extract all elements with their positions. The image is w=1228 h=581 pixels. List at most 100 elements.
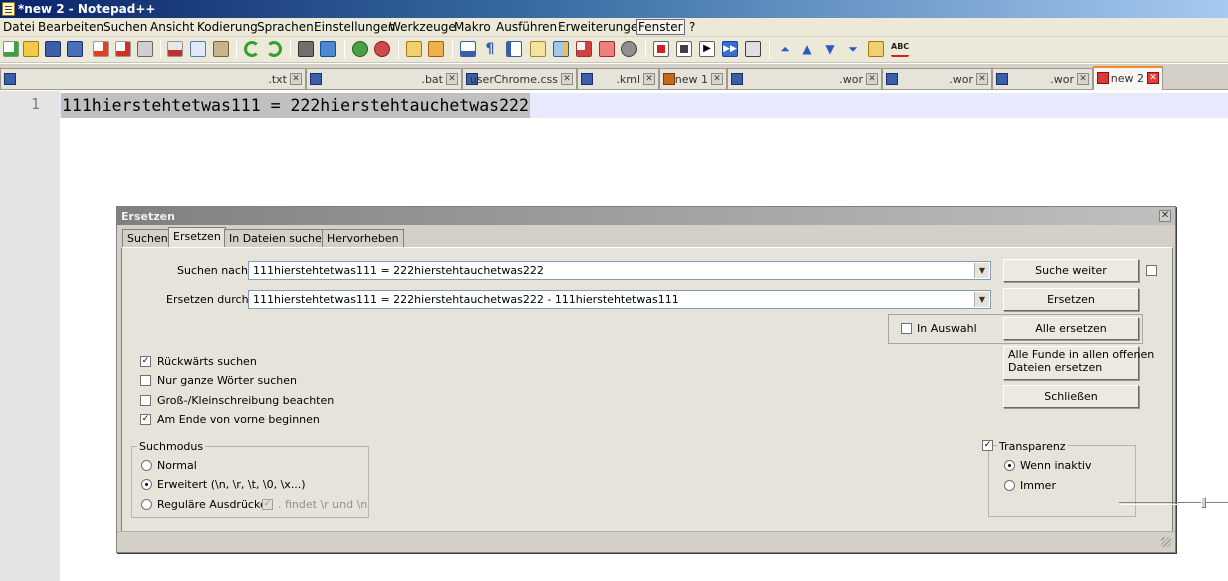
- in-selection-checkbox[interactable]: [901, 323, 912, 334]
- tab-close-icon[interactable]: ✕: [643, 73, 655, 85]
- replace-icon[interactable]: [320, 41, 336, 57]
- undo-icon[interactable]: [244, 41, 260, 57]
- tab-wor-2[interactable]: .wor ✕: [882, 68, 992, 89]
- replace-button[interactable]: Ersetzen: [1003, 288, 1139, 311]
- stop-macro-icon[interactable]: [676, 41, 692, 57]
- find-next-button[interactable]: Suche weiter: [1003, 259, 1139, 282]
- transparency-checkbox[interactable]: ✓: [982, 440, 993, 451]
- dialog-close-icon[interactable]: ✕: [1159, 210, 1171, 222]
- menu-datei[interactable]: Datei: [2, 20, 36, 34]
- menu-fenster[interactable]: Fenster: [636, 19, 685, 35]
- up-icon[interactable]: ▲: [799, 41, 815, 57]
- save-all-icon[interactable]: [67, 41, 83, 57]
- tab-close-icon[interactable]: ✕: [1147, 72, 1159, 84]
- tab-kml[interactable]: .kml ✕: [577, 68, 659, 89]
- copy-icon[interactable]: [190, 41, 206, 57]
- close-icon[interactable]: [93, 41, 109, 57]
- tab-wor-1[interactable]: .wor ✕: [727, 68, 882, 89]
- menu-werkzeuge[interactable]: Werkzeuge: [388, 20, 457, 34]
- tab-hervorheben[interactable]: Hervorheben: [322, 229, 404, 247]
- menu-sprachen[interactable]: Sprachen: [256, 20, 315, 34]
- replace-all-open-docs-button[interactable]: Alle Funde in allen offenen Dateien erse…: [1003, 346, 1154, 380]
- print-preview-icon[interactable]: [868, 41, 884, 57]
- zoom-out-icon[interactable]: [374, 41, 390, 57]
- indent-guide-icon[interactable]: [506, 41, 522, 57]
- tab-txt[interactable]: .txt ✕: [0, 68, 306, 89]
- menu-suchen[interactable]: Suchen: [102, 20, 148, 34]
- sort-icon[interactable]: ⏷: [845, 41, 861, 57]
- tab-close-icon[interactable]: ✕: [561, 73, 573, 85]
- sync-v-icon[interactable]: [406, 41, 422, 57]
- tab-close-icon[interactable]: ✕: [711, 73, 723, 85]
- close-all-icon[interactable]: [115, 41, 131, 57]
- tab-close-icon[interactable]: ✕: [976, 73, 988, 85]
- doc-map-icon[interactable]: [553, 41, 569, 57]
- save-icon[interactable]: [45, 41, 61, 57]
- tab-close-icon[interactable]: ✕: [1077, 73, 1089, 85]
- transparency-always-radio[interactable]: [1004, 480, 1015, 491]
- record-macro-icon[interactable]: [653, 41, 669, 57]
- tab-in-dateien-suchen[interactable]: In Dateien suchen: [224, 229, 334, 247]
- menu-ausfuehren[interactable]: Ausführen: [495, 20, 558, 34]
- wrap-around-checkbox[interactable]: ✓: [140, 414, 151, 425]
- dot-matches-newline-checkbox[interactable]: ✓: [262, 499, 273, 510]
- cut-icon[interactable]: [167, 41, 183, 57]
- menu-help[interactable]: ?: [688, 20, 696, 34]
- sync-h-icon[interactable]: [428, 41, 444, 57]
- chevron-down-icon[interactable]: ▼: [974, 292, 989, 307]
- open-file-icon[interactable]: [23, 41, 39, 57]
- play-macro-icon[interactable]: ▶: [699, 41, 715, 57]
- print-icon[interactable]: [137, 41, 153, 57]
- editor-line-text[interactable]: 111hierstehtetwas111 = 222hierstehtauche…: [61, 93, 530, 118]
- save-macro-icon[interactable]: [745, 41, 761, 57]
- find-next-option-checkbox[interactable]: [1146, 265, 1157, 276]
- new-file-icon[interactable]: [3, 41, 19, 57]
- all-chars-icon[interactable]: ¶: [482, 41, 498, 57]
- tab-wor-3[interactable]: .wor ✕: [992, 68, 1093, 89]
- zoom-in-icon[interactable]: [352, 41, 368, 57]
- mode-regex-radio[interactable]: [141, 499, 152, 510]
- find-icon[interactable]: [298, 41, 314, 57]
- backward-checkbox[interactable]: ✓: [140, 356, 151, 367]
- whole-word-checkbox[interactable]: [140, 375, 151, 386]
- down-icon[interactable]: ▼: [822, 41, 838, 57]
- mode-extended-radio[interactable]: [141, 479, 152, 490]
- redo-icon[interactable]: [266, 41, 282, 57]
- menu-makro[interactable]: Makro: [453, 20, 492, 34]
- transparency-inactive-radio[interactable]: [1004, 460, 1015, 471]
- menu-einstellungen[interactable]: Einstellungen: [313, 20, 396, 34]
- tab-bat[interactable]: .bat ✕: [306, 68, 462, 89]
- transparency-slider-thumb[interactable]: [1201, 497, 1206, 508]
- folder-icon[interactable]: [599, 41, 615, 57]
- mode-normal-radio[interactable]: [141, 460, 152, 471]
- resize-grip-icon[interactable]: [1161, 537, 1171, 547]
- tab-suchen[interactable]: Suchen: [122, 229, 173, 247]
- tab-close-icon[interactable]: ✕: [290, 73, 302, 85]
- monitor-icon[interactable]: [621, 41, 637, 57]
- menu-kodierung[interactable]: Kodierung: [196, 20, 259, 34]
- run-macro-multiple-icon[interactable]: ▶▶: [722, 41, 738, 57]
- close-button[interactable]: Schließen: [1003, 385, 1139, 408]
- trim-icon[interactable]: ⏶: [777, 41, 793, 57]
- replace-input[interactable]: 111hierstehtetwas111 = 222hierstehtauche…: [248, 290, 991, 309]
- tab-new-2[interactable]: new 2 ✕: [1093, 66, 1163, 90]
- function-list-icon[interactable]: [576, 41, 592, 57]
- tab-ersetzen[interactable]: Ersetzen: [168, 227, 226, 248]
- wrap-icon[interactable]: [460, 41, 476, 57]
- tab-new-1[interactable]: new 1 ✕: [659, 68, 727, 89]
- menu-bearbeiten[interactable]: Bearbeiten: [37, 20, 105, 34]
- udl-icon[interactable]: [530, 41, 546, 57]
- menu-erweiterungen[interactable]: Erweiterungen: [557, 20, 647, 34]
- paste-icon[interactable]: [213, 41, 229, 57]
- spellcheck-icon[interactable]: ABC: [891, 41, 909, 57]
- dialog-title-bar[interactable]: Ersetzen ✕: [117, 207, 1175, 225]
- tab-close-icon[interactable]: ✕: [866, 73, 878, 85]
- tab-close-icon[interactable]: ✕: [446, 73, 458, 85]
- menu-ansicht[interactable]: Ansicht: [149, 20, 195, 34]
- transparency-slider-track[interactable]: [1119, 502, 1228, 505]
- replace-all-button[interactable]: Alle ersetzen: [1003, 317, 1139, 340]
- chevron-down-icon[interactable]: ▼: [974, 263, 989, 278]
- find-input[interactable]: 111hierstehtetwas111 = 222hierstehtauche…: [248, 261, 991, 280]
- tab-userchrome-css[interactable]: userChrome.css ✕: [462, 68, 577, 89]
- match-case-checkbox[interactable]: [140, 395, 151, 406]
